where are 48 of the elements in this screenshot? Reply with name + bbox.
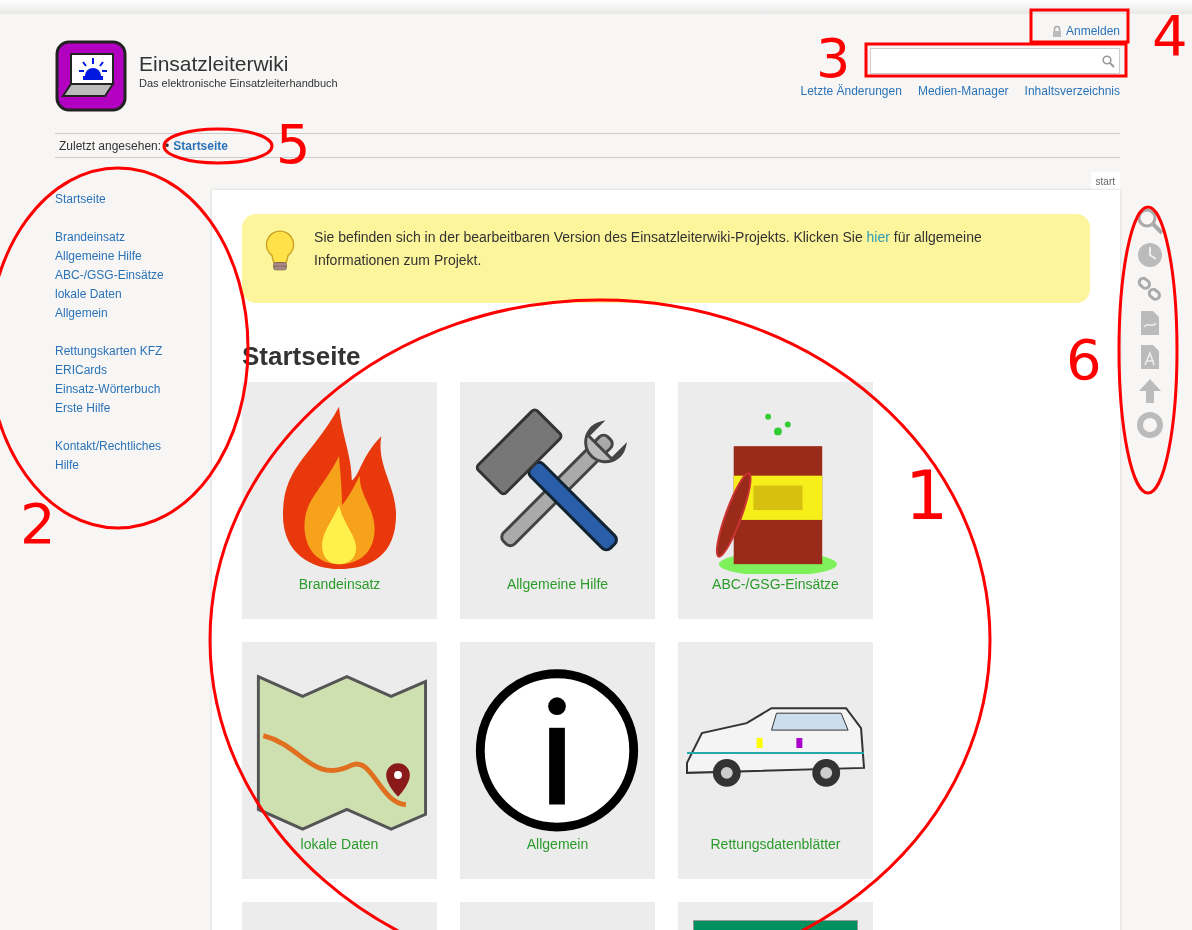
sidebar-link[interactable]: Einsatz-Wörterbuch	[55, 380, 212, 399]
sidebar-link[interactable]: Kontakt/Rechtliches	[55, 437, 212, 456]
tile-label[interactable]: Rettungsdatenblätter	[710, 834, 841, 855]
login-link[interactable]: Anmelden	[1051, 22, 1120, 40]
link-icon[interactable]	[1136, 275, 1164, 303]
header-link[interactable]: Medien-Manager	[917, 82, 1009, 100]
breadcrumb-link[interactable]: Startseite	[173, 136, 228, 155]
ring-icon[interactable]	[1136, 411, 1164, 439]
sidebar-link[interactable]: Hilfe	[55, 456, 212, 475]
sidebar-link[interactable]: ERICards	[55, 361, 212, 380]
tile[interactable]: lokale Daten	[242, 642, 437, 879]
sidebar-link[interactable]: Allgemein	[55, 304, 212, 323]
site-tagline: Das elektronische Einsatzleiterhandbuch	[139, 76, 338, 92]
lock-icon	[1051, 25, 1062, 37]
search-field[interactable]	[870, 48, 1120, 74]
annotation-number: 6	[1066, 332, 1102, 388]
tile-label[interactable]: Allgemein	[526, 834, 589, 855]
tile[interactable]: Allgemein	[460, 642, 655, 879]
logo-icon	[55, 40, 127, 112]
clock-icon[interactable]	[1136, 241, 1164, 269]
sidebar-link[interactable]: Brandeinsatz	[55, 228, 212, 247]
annotation-number: 4	[1152, 8, 1188, 64]
tile-label[interactable]: ABC-/GSG-Einsätze	[712, 574, 839, 595]
up-arrow-icon[interactable]	[1136, 377, 1164, 405]
site-title[interactable]: Einsatzleiterwiki	[139, 52, 338, 76]
tile[interactable]: Rettungsdatenblätter	[678, 642, 873, 879]
sidebar-link[interactable]: Startseite	[55, 190, 212, 209]
notice-text: Sie befinden sich in der bearbeitbaren Version des Einsatzleiterwiki-Projekts. Klicken Sie hier für allgemeine Informationen zum Projekt.	[314, 228, 983, 270]
info-link[interactable]: hier	[866, 229, 890, 245]
breadcrumb-label: Zuletzt angesehen:	[59, 137, 162, 155]
tile-label[interactable]: Allgemeine Hilfe	[506, 574, 609, 595]
annotation-number: 1	[905, 462, 949, 530]
search-icon	[1102, 54, 1115, 68]
search-icon[interactable]	[1136, 207, 1164, 235]
sidebar-link[interactable]: Allgemeine Hilfe	[55, 247, 212, 266]
tile[interactable]: Allgemeine Hilfe	[460, 382, 655, 619]
tile-label[interactable]: lokale Daten	[300, 834, 379, 855]
sidebar-link[interactable]: Erste Hilfe	[55, 399, 212, 418]
annotation-number: 5	[276, 118, 311, 172]
annotation-number: 2	[20, 496, 56, 552]
tile-label[interactable]: Brandeinsatz	[298, 574, 381, 595]
header-link[interactable]: Inhaltsverzeichnis	[1024, 82, 1120, 100]
breadcrumb-separator: •	[165, 137, 170, 155]
sidebar-link[interactable]: Rettungskarten KFZ	[55, 342, 212, 361]
sidebar-link[interactable]: lokale Daten	[55, 285, 212, 304]
sidebar-link[interactable]: ABC-/GSG-Einsätze	[55, 266, 212, 285]
tile[interactable]: ABC-/GSG-Einsätze	[678, 382, 873, 619]
tile[interactable]: Brandeinsatz	[242, 382, 437, 619]
